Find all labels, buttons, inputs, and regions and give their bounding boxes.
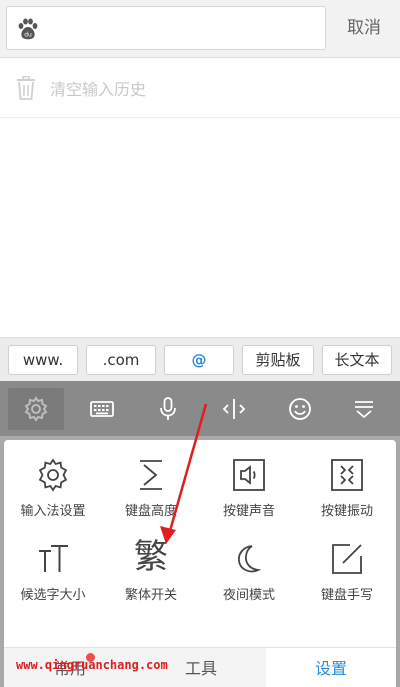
trash-icon [17, 76, 35, 100]
speaker-icon [233, 459, 265, 491]
setting-label: 夜间模式 [222, 588, 275, 603]
shortcut-com[interactable]: .com [86, 345, 156, 375]
emoji-icon [289, 398, 311, 420]
setting-label: 候选字大小 [20, 588, 86, 603]
keyboard-icon [90, 401, 114, 417]
moon-icon [238, 545, 262, 573]
setting-keyboard-height[interactable]: 键盘高度 [102, 440, 200, 520]
shortcut-clipboard[interactable]: 剪贴板 [242, 345, 314, 375]
setting-label: 繁体开关 [124, 588, 177, 603]
clear-history-row[interactable]: 清空输入历史 [0, 58, 400, 118]
shortcut-long-text[interactable]: 长文本 [322, 345, 392, 375]
setting-key-vibration[interactable]: 按键振动 [298, 440, 396, 520]
microphone-icon [160, 397, 176, 420]
keyboard-toolbar [0, 381, 400, 436]
search-header: du 取消 [0, 0, 400, 58]
setting-label: 键盘手写 [320, 588, 373, 603]
traditional-char-icon: 繁 [134, 537, 168, 577]
toolbar-settings-button[interactable] [8, 388, 64, 430]
setting-label: 键盘高度 [124, 504, 177, 519]
vibration-icon [331, 459, 363, 491]
shortcut-at[interactable]: @ [164, 345, 234, 375]
baidu-paw-icon: du [18, 18, 38, 40]
setting-label: 输入法设置 [20, 504, 86, 519]
collapse-icon [355, 401, 373, 419]
setting-label: 按键声音 [222, 504, 275, 519]
toolbar-cursor-button[interactable] [206, 388, 262, 430]
cursor-icon [222, 399, 246, 419]
setting-traditional-toggle[interactable]: 繁 繁体开关 [102, 524, 200, 604]
toolbar-voice-button[interactable] [140, 388, 196, 430]
tab-settings[interactable]: 设置 [266, 648, 396, 687]
toolbar-keyboard-button[interactable] [74, 388, 130, 430]
keyboard-height-icon [140, 460, 162, 490]
search-box[interactable]: du [6, 6, 326, 50]
cancel-button[interactable]: 取消 [334, 12, 394, 44]
handwriting-icon [332, 544, 362, 574]
page-indicator [174, 638, 222, 653]
settings-panel: 输入法设置 键盘高度 按键声音 按键振动 候选字大小 繁 繁体开关 夜间模式 键… [0, 436, 400, 687]
shortcut-bar: www. .com @ 剪贴板 长文本 [0, 337, 400, 381]
font-size-icon [39, 545, 68, 572]
toolbar-collapse-button[interactable] [336, 388, 392, 430]
shortcut-www[interactable]: www. [8, 345, 78, 375]
toolbar-emoji-button[interactable] [272, 388, 328, 430]
setting-key-sound[interactable]: 按键声音 [200, 440, 298, 520]
watermark-text: www.qingruanchang.com [16, 658, 168, 672]
settings-panel-inner: 输入法设置 键盘高度 按键声音 按键振动 候选字大小 繁 繁体开关 夜间模式 键… [4, 440, 396, 687]
setting-ime-settings[interactable]: 输入法设置 [4, 440, 102, 520]
gear-icon [24, 396, 48, 422]
search-input[interactable] [47, 9, 317, 47]
setting-candidate-size[interactable]: 候选字大小 [4, 524, 102, 604]
setting-handwriting[interactable]: 键盘手写 [298, 524, 396, 604]
gear-icon [38, 458, 68, 492]
clear-history-label: 清空输入历史 [50, 80, 147, 99]
setting-night-mode[interactable]: 夜间模式 [200, 524, 298, 604]
setting-label: 按键振动 [320, 504, 373, 519]
svg-text:du: du [24, 32, 32, 39]
